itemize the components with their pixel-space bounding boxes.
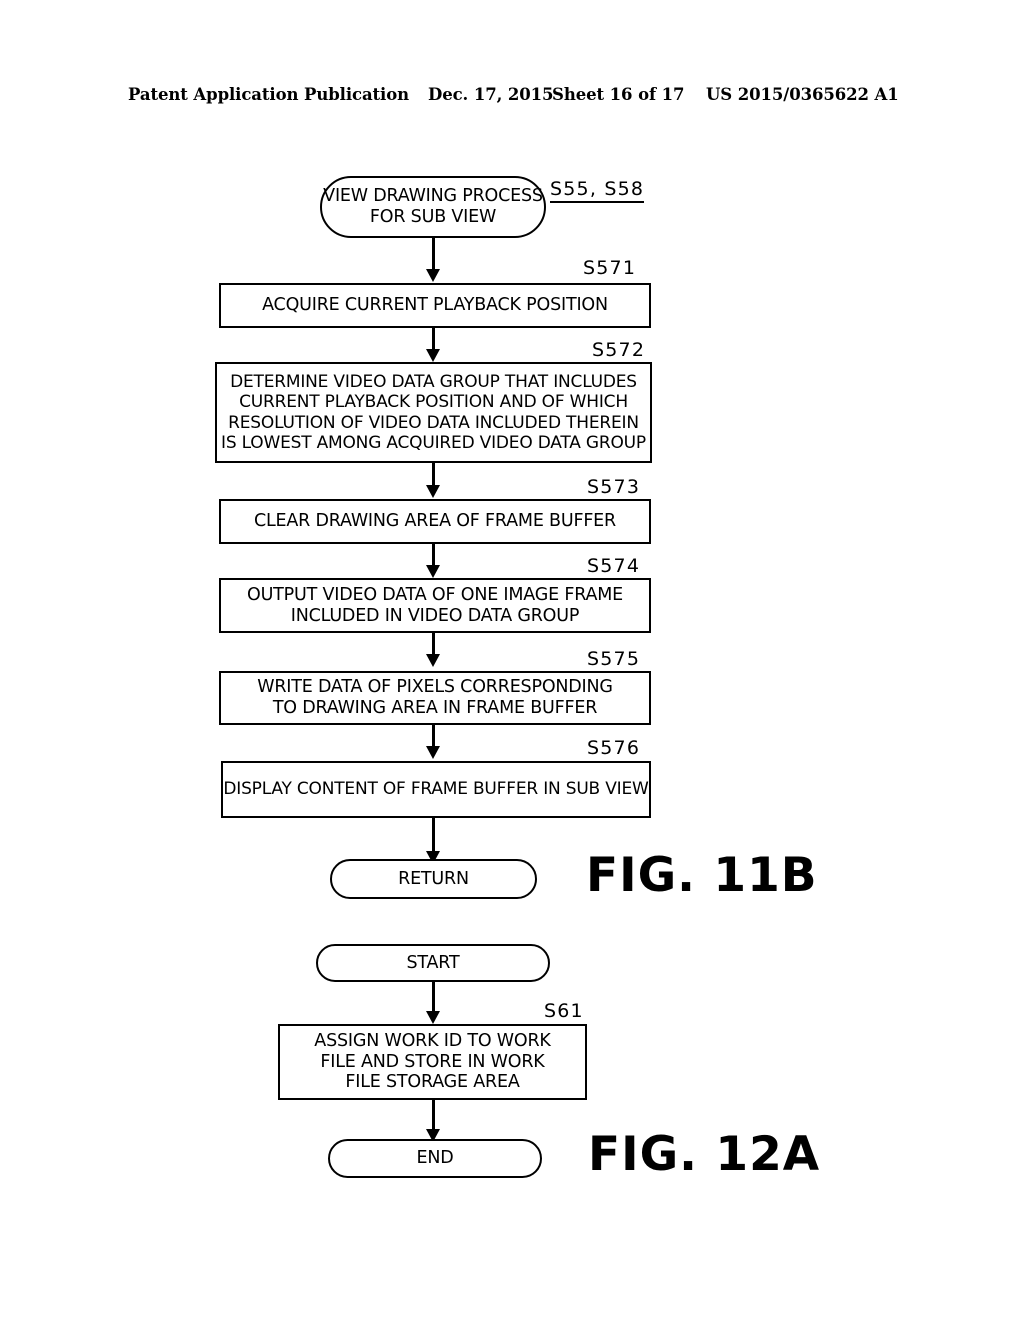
figure-caption-12a: FIG. 12A bbox=[588, 1127, 821, 1182]
connector-arrow bbox=[426, 1100, 440, 1142]
step-ref-s61: S61 bbox=[544, 1000, 584, 1022]
node-start: START bbox=[316, 944, 550, 982]
node-label: ASSIGN WORK ID TO WORK FILE AND STORE IN… bbox=[314, 1031, 551, 1093]
node-label: END bbox=[416, 1148, 454, 1168]
node-label: START bbox=[406, 952, 460, 973]
figure-12a: START S61 ASSIGN WORK ID TO WORK FILE AN… bbox=[0, 0, 1024, 1200]
node-end: END bbox=[328, 1139, 542, 1178]
connector-arrow bbox=[426, 982, 440, 1024]
node-assign-work-id-to-work-file: ASSIGN WORK ID TO WORK FILE AND STORE IN… bbox=[278, 1024, 587, 1100]
